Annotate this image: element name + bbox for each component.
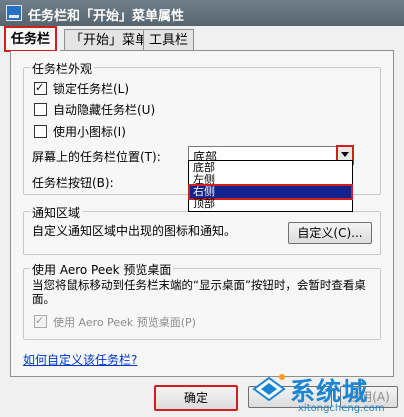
watermark-url: xitongcheng.com (298, 403, 385, 414)
position-label: 屏幕上的任务栏位置(T): (32, 150, 161, 164)
aero-peek-option: 使用 Aero Peek 预览桌面(P) (34, 313, 196, 331)
taskbar-tab-panel: 任务栏外观 锁定任务栏(L) 自动隐藏任务栏(U) 使用小图标(I) 屏幕上的任… (10, 51, 394, 377)
small-icons-label: 使用小图标(I) (53, 125, 126, 139)
notification-text: 自定义通知区域中出现的图标和通知。 (32, 224, 237, 238)
tab-start-menu[interactable]: 「开始」菜单 (64, 29, 155, 51)
taskbar-position-list: 底部 左侧 右侧 顶部 (188, 160, 353, 212)
customize-button[interactable]: 自定义(C)... (288, 222, 372, 244)
notification-group-title: 通知区域 (30, 204, 83, 221)
auto-hide-label: 自动隐藏任务栏(U) (53, 103, 156, 117)
watermark: 系统城 xitongcheng.com (248, 370, 404, 417)
taskbar-buttons-label: 任务栏按钮(B): (32, 176, 114, 190)
taskbar-app-icon (6, 5, 22, 21)
appearance-group-title: 任务栏外观 (30, 60, 95, 77)
window-title: 任务栏和「开始」菜单属性 (28, 9, 185, 24)
tab-taskbar[interactable]: 任务栏 (4, 26, 58, 52)
aero-peek-group: 使用 Aero Peek 预览桌面 当您将鼠标移动到任务栏末端的“显示桌面”按钮… (23, 261, 381, 340)
aero-peek-checkbox (34, 313, 47, 329)
lock-taskbar-option[interactable]: 锁定任务栏(L) (34, 80, 130, 97)
lock-taskbar-label: 锁定任务栏(L) (53, 82, 130, 96)
auto-hide-checkbox[interactable] (34, 103, 47, 116)
aero-peek-description: 当您将鼠标移动到任务栏末端的“显示桌面”按钮时，会暂时查看桌面。 (32, 278, 366, 306)
auto-hide-option[interactable]: 自动隐藏任务栏(U) (34, 102, 155, 118)
ok-button[interactable]: 确定 (154, 385, 238, 411)
tab-toolbars[interactable]: 工具栏 (143, 29, 195, 51)
help-link[interactable]: 如何自定义该任务栏? (23, 351, 137, 368)
aero-peek-label: 使用 Aero Peek 预览桌面(P) (53, 316, 196, 329)
title-bar: 任务栏和「开始」菜单属性 (0, 0, 404, 26)
windows-logo-icon (252, 374, 286, 402)
small-icons-checkbox[interactable] (34, 125, 47, 138)
small-icons-option[interactable]: 使用小图标(I) (34, 124, 126, 140)
lock-taskbar-checkbox[interactable] (34, 80, 47, 96)
properties-window: 任务栏和「开始」菜单属性 任务栏 「开始」菜单 工具栏 任务栏外观 锁定任务栏(… (0, 0, 404, 417)
position-option-top[interactable]: 顶部 (190, 198, 351, 210)
aero-peek-group-title: 使用 Aero Peek 预览桌面 (30, 261, 174, 278)
notification-group: 通知区域 自定义通知区域中出现的图标和通知。 自定义(C)... (23, 204, 381, 255)
